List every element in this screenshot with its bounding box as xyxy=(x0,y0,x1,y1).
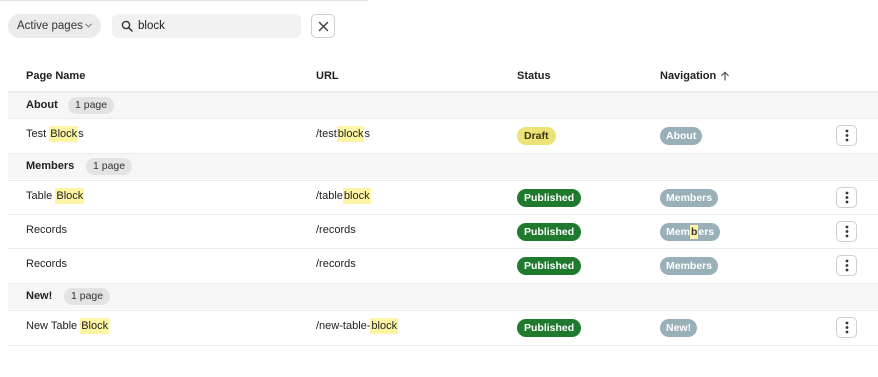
close-icon xyxy=(318,21,328,31)
page-name-cell: Records xyxy=(26,224,67,236)
filter-label: Active pages xyxy=(17,20,83,32)
search-input[interactable] xyxy=(138,20,288,32)
group-count-badge: 1 page xyxy=(86,158,133,175)
table-row[interactable]: Records /records Published Members xyxy=(8,248,878,282)
row-menu-button[interactable] xyxy=(836,255,857,276)
search-icon xyxy=(121,20,133,32)
url-cell: /testblocks xyxy=(316,126,370,142)
group-name: About xyxy=(26,99,58,111)
group-count-badge: 1 page xyxy=(68,97,115,114)
page-name-cell: Records xyxy=(26,258,67,270)
page-name-cell: Table Block xyxy=(26,188,85,204)
more-vertical-icon xyxy=(845,191,848,204)
more-vertical-icon xyxy=(845,225,848,238)
arrow-up-icon xyxy=(721,71,730,81)
url-cell: /new-table-block xyxy=(316,318,399,334)
status-badge: Published xyxy=(517,223,582,241)
status-badge: Published xyxy=(517,189,582,207)
row-menu-button[interactable] xyxy=(836,125,857,146)
status-badge: Published xyxy=(517,257,582,275)
table-bottom-divider xyxy=(8,345,878,346)
clear-search-button[interactable] xyxy=(311,14,335,38)
table-row[interactable]: Test Blocks /testblocks Draft About xyxy=(8,118,878,152)
more-vertical-icon xyxy=(845,129,848,142)
navigation-badge: About xyxy=(660,127,703,145)
column-header-page-name[interactable]: Page Name xyxy=(26,70,85,82)
navigation-badge: Members xyxy=(660,223,721,241)
group-name: New! xyxy=(26,290,53,302)
status-badge: Published xyxy=(517,319,582,337)
status-badge: Draft xyxy=(517,127,556,145)
chevron-down-icon xyxy=(85,23,92,28)
group-row-new: New! 1 page xyxy=(8,283,878,309)
top-divider xyxy=(0,0,368,1)
column-header-navigation[interactable]: Navigation xyxy=(660,70,730,82)
url-cell: /records xyxy=(316,224,356,236)
more-vertical-icon xyxy=(845,321,848,334)
url-cell: /tableblock xyxy=(316,188,371,204)
table-row[interactable]: Table Block /tableblock Published Member… xyxy=(8,180,878,214)
column-header-url[interactable]: URL xyxy=(316,70,339,82)
active-pages-filter[interactable]: Active pages xyxy=(8,14,101,38)
row-menu-button[interactable] xyxy=(836,317,857,338)
url-cell: /records xyxy=(316,258,356,270)
navigation-badge: Members xyxy=(660,189,719,207)
row-menu-button[interactable] xyxy=(836,221,857,242)
page-name-cell: New Table Block xyxy=(26,318,110,334)
row-menu-button[interactable] xyxy=(836,187,857,208)
table-row[interactable]: New Table Block /new-table-block Publish… xyxy=(8,310,878,344)
group-name: Members xyxy=(26,160,75,172)
navigation-badge: New! xyxy=(660,319,698,337)
group-row-members: Members 1 page xyxy=(8,153,878,179)
table-row[interactable]: Records /records Published Members xyxy=(8,214,878,248)
search-field[interactable] xyxy=(112,14,301,38)
group-row-about: About 1 page xyxy=(8,92,878,118)
navigation-badge: Members xyxy=(660,257,719,275)
group-count-badge: 1 page xyxy=(64,288,111,305)
more-vertical-icon xyxy=(845,259,848,272)
column-header-status[interactable]: Status xyxy=(517,70,551,82)
page-name-cell: Test Blocks xyxy=(26,126,84,142)
